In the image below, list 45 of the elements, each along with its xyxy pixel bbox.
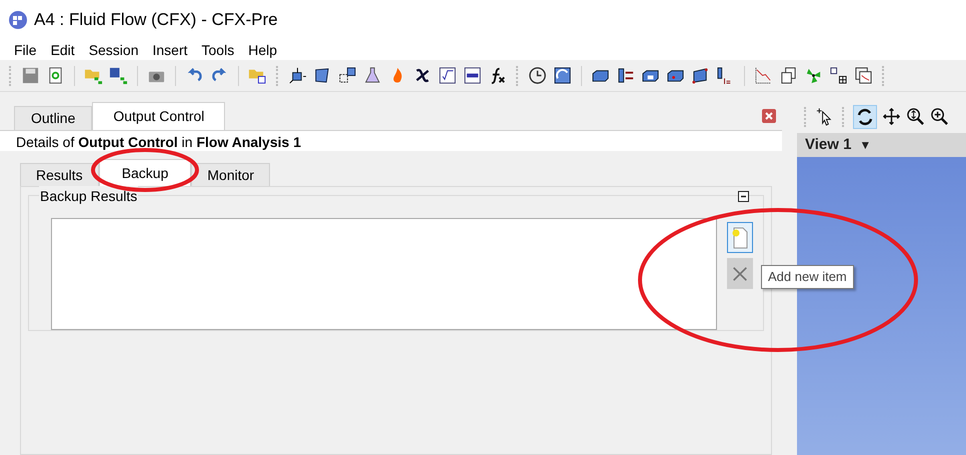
pages-icon[interactable] bbox=[779, 66, 798, 85]
details-heading: Details of Output Control in Flow Analysis 1 bbox=[15, 133, 302, 151]
detail-tab[interactable]: Results bbox=[20, 163, 99, 186]
domain-split-icon[interactable] bbox=[338, 66, 357, 85]
window-title: A4 : Fluid Flow (CFX) - CFX-Pre bbox=[34, 9, 278, 32]
add-item-button[interactable] bbox=[727, 222, 753, 253]
panel-tab[interactable]: Output Control bbox=[92, 102, 226, 130]
menu-item[interactable]: Edit bbox=[44, 40, 81, 60]
pan-icon[interactable] bbox=[882, 107, 901, 126]
menu-item[interactable]: Insert bbox=[146, 40, 194, 60]
close-icon[interactable] bbox=[762, 109, 776, 123]
expression-icon[interactable] bbox=[438, 66, 457, 85]
group-title: Backup Results bbox=[39, 186, 138, 207]
plot-icon[interactable] bbox=[754, 66, 773, 85]
disk-tree-icon[interactable] bbox=[109, 66, 128, 85]
menu-item[interactable]: Session bbox=[82, 40, 144, 60]
points-block-icon[interactable] bbox=[691, 66, 710, 85]
monitor-pages-icon[interactable] bbox=[854, 66, 873, 85]
table-export-icon[interactable] bbox=[829, 66, 848, 85]
new-document-icon bbox=[730, 226, 750, 250]
variable-icon[interactable] bbox=[413, 66, 432, 85]
subroutine-icon[interactable] bbox=[463, 66, 482, 85]
menu-item[interactable]: File bbox=[8, 40, 43, 60]
rotate-icon[interactable] bbox=[853, 104, 877, 128]
interface-icon[interactable] bbox=[616, 66, 635, 85]
viewport-dropdown[interactable]: ▼ bbox=[859, 136, 872, 154]
save-icon[interactable] bbox=[21, 66, 40, 85]
collapse-icon[interactable] bbox=[738, 191, 749, 202]
detail-tab[interactable]: Monitor bbox=[191, 163, 270, 186]
pinwheel-icon[interactable] bbox=[804, 66, 823, 85]
flask-icon[interactable] bbox=[363, 66, 382, 85]
tooltip: Add new item bbox=[761, 265, 854, 289]
zoom-in-icon[interactable] bbox=[930, 107, 949, 126]
zoom-icon[interactable] bbox=[906, 107, 925, 126]
delete-icon bbox=[731, 264, 749, 282]
solver-icon[interactable] bbox=[553, 66, 572, 85]
viewport-title: View 1 bbox=[805, 134, 852, 155]
detail-tab[interactable]: Backup bbox=[98, 159, 192, 186]
app-icon bbox=[8, 10, 28, 30]
menu-item[interactable]: Help bbox=[242, 40, 283, 60]
cube-axis-icon[interactable] bbox=[288, 66, 307, 85]
clock-icon[interactable] bbox=[528, 66, 547, 85]
panel-tab[interactable]: Outline bbox=[14, 106, 92, 130]
menu-item[interactable]: Tools bbox=[196, 40, 240, 60]
pointer-icon[interactable] bbox=[815, 107, 834, 126]
